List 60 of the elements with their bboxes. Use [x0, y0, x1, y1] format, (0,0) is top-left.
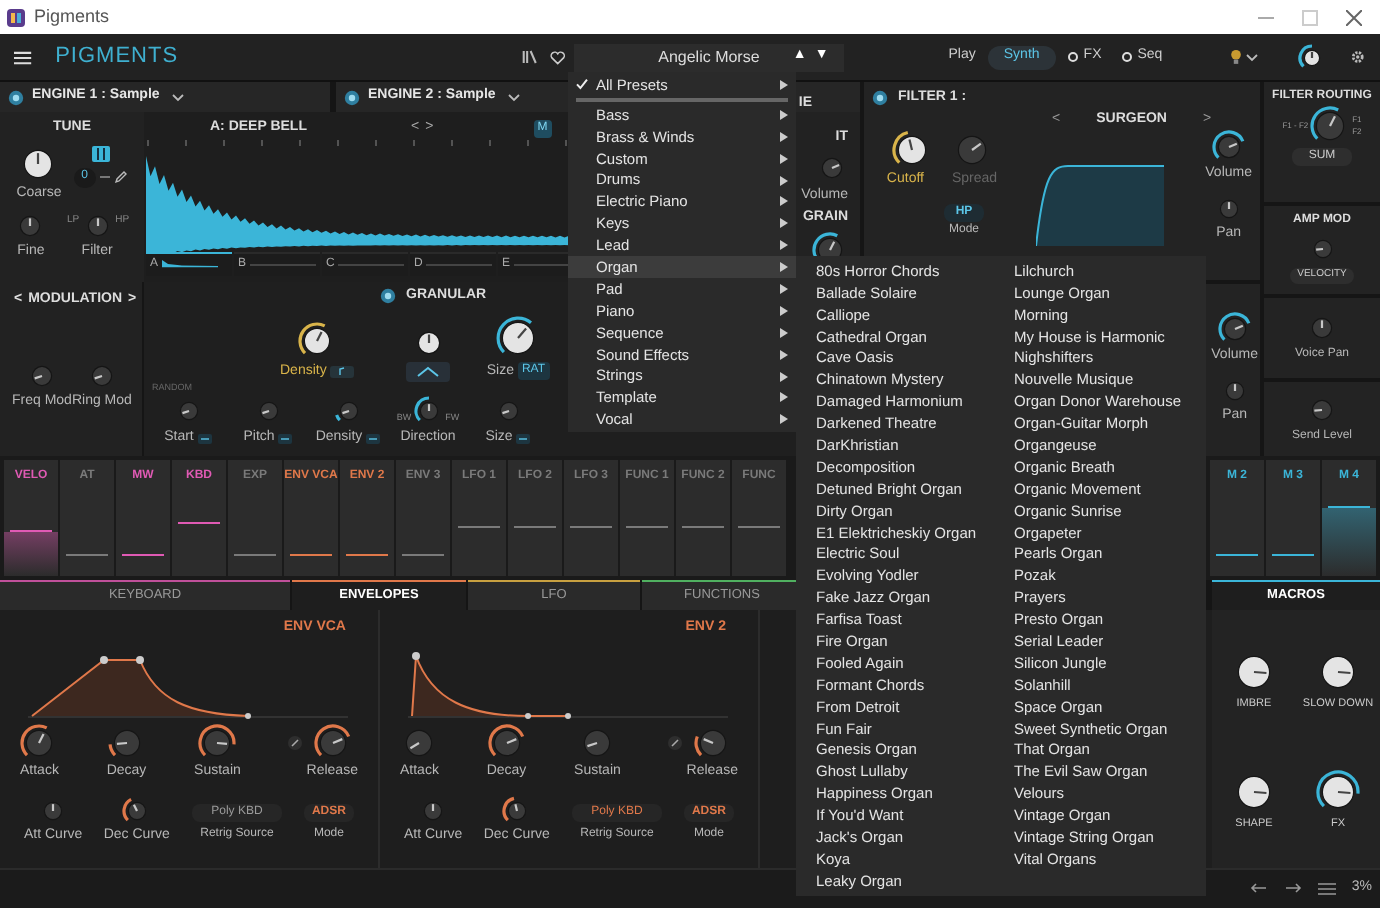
note-icon[interactable]: [330, 365, 355, 378]
level-line: [234, 554, 276, 556]
level-line: [346, 554, 388, 556]
link-icon[interactable]: [668, 735, 683, 749]
mod-link-icon[interactable]: [366, 433, 381, 443]
level-line: [1272, 554, 1314, 556]
level-line: [458, 526, 500, 528]
knob[interactable]: [1211, 130, 1246, 164]
submenu-arrow-icon: [780, 79, 788, 90]
knob[interactable]: [1316, 769, 1360, 813]
submenu-arrow-icon: [780, 175, 788, 185]
level-line: [626, 526, 668, 528]
knob[interactable]: [892, 130, 932, 170]
window-title: Pigments: [34, 3, 110, 30]
knob[interactable]: [198, 723, 237, 761]
level-line: [1216, 554, 1258, 556]
app-logo: PIGMENTS: [55, 42, 179, 73]
library-icon[interactable]: [522, 48, 538, 66]
power-icon[interactable]: [8, 89, 24, 105]
redo-icon[interactable]: [1283, 882, 1302, 896]
level-line: [66, 554, 108, 556]
level-line: [10, 530, 52, 532]
level-line: [402, 554, 444, 556]
mod-link-icon[interactable]: [278, 433, 293, 443]
knob[interactable]: [413, 395, 444, 426]
knob[interactable]: [121, 795, 152, 825]
level-line: [738, 526, 780, 528]
caret-icon[interactable]: [171, 93, 184, 101]
chevron-up-icon[interactable]: [406, 362, 451, 382]
app-icon: [6, 7, 26, 27]
mod-link-icon[interactable]: [516, 433, 531, 443]
undo-icon[interactable]: [1249, 882, 1268, 896]
level-line: [682, 526, 724, 528]
knob[interactable]: [487, 723, 526, 761]
level-line: [178, 522, 220, 524]
caret-icon[interactable]: [1246, 53, 1259, 61]
sample-thumbnail: [162, 257, 219, 273]
close-icon[interactable]: [1346, 9, 1362, 25]
knob[interactable]: [313, 723, 352, 761]
level-line: [1328, 506, 1370, 508]
level-line: [122, 554, 164, 556]
power-icon[interactable]: [380, 288, 396, 305]
level-line: [514, 526, 556, 528]
link-icon[interactable]: [288, 735, 303, 749]
knob[interactable]: [1217, 312, 1252, 346]
knob[interactable]: [495, 315, 540, 359]
knob[interactable]: [1232, 650, 1276, 694]
level-line: [290, 554, 332, 556]
power-icon[interactable]: [872, 90, 888, 107]
keyboard-icon[interactable]: [91, 145, 110, 161]
power-icon[interactable]: [344, 89, 360, 105]
heart-icon[interactable]: [549, 49, 566, 65]
mod-link-icon[interactable]: [197, 433, 212, 443]
level-line: [570, 526, 612, 528]
knob[interactable]: [1316, 650, 1360, 694]
pencil-icon[interactable]: [113, 170, 128, 184]
knob[interactable]: [501, 795, 532, 825]
caret-icon[interactable]: [507, 93, 520, 101]
settings-icon[interactable]: [1350, 48, 1366, 66]
lightbulb-icon[interactable]: [1230, 48, 1243, 66]
